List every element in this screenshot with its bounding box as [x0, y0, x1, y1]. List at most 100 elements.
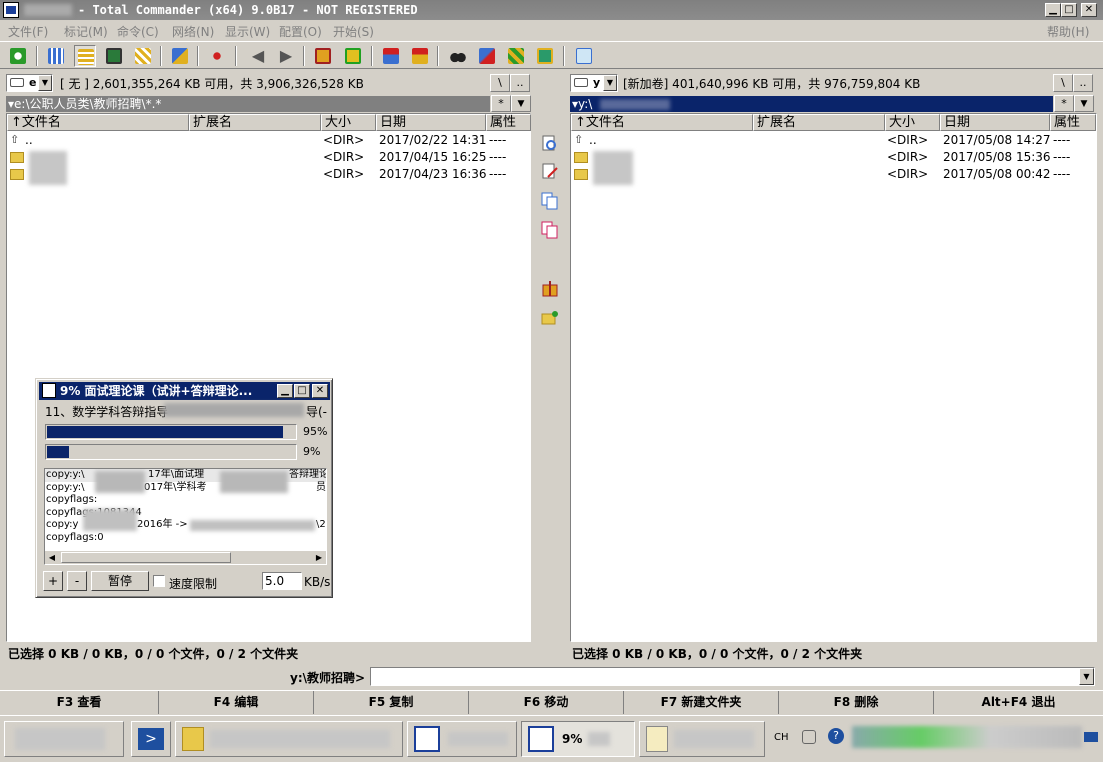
multi-rename-icon[interactable]: [505, 45, 527, 67]
copy-log[interactable]: copy:y:\ 17年\面试理 答辩理论 copy:y:\ 017年\学科考 …: [44, 468, 327, 565]
thumbnail-view-icon[interactable]: [103, 45, 125, 67]
copy-file-icon[interactable]: [541, 192, 559, 210]
right-path[interactable]: ▾y:\: [570, 96, 1053, 112]
right-history-button[interactable]: ▼: [1074, 95, 1094, 112]
chevron-down-icon[interactable]: ▼: [38, 75, 52, 91]
brief-view-icon[interactable]: [45, 45, 67, 67]
menu-net[interactable]: 网络(N): [172, 23, 214, 40]
unpack-icon[interactable]: [342, 45, 364, 67]
right-up-button[interactable]: ..: [1073, 74, 1093, 92]
url-connect-icon[interactable]: [409, 45, 431, 67]
menu-configuration[interactable]: 配置(O): [279, 23, 322, 40]
f6-move-button[interactable]: F6 移动: [469, 691, 624, 714]
scroll-left-icon[interactable]: ◀: [45, 551, 59, 564]
refresh-icon[interactable]: [7, 45, 29, 67]
left-header-attr[interactable]: 属性: [486, 114, 531, 131]
left-root-button[interactable]: \: [490, 74, 510, 92]
app-icon[interactable]: [3, 2, 19, 18]
keyboard-icon[interactable]: [802, 730, 816, 744]
edit-file-icon[interactable]: [541, 163, 559, 181]
sync-dirs-icon[interactable]: [476, 45, 498, 67]
help-icon[interactable]: ?: [828, 728, 844, 744]
menu-start[interactable]: 开始(S): [333, 23, 374, 40]
right-drive-select[interactable]: y ▼: [570, 74, 618, 92]
left-header-name[interactable]: ↑文件名: [7, 114, 189, 131]
menu-file[interactable]: 文件(F): [8, 23, 48, 40]
left-drive-select[interactable]: e ▼: [6, 74, 53, 92]
command-input[interactable]: ▼: [370, 667, 1095, 686]
notepad-icon[interactable]: [573, 45, 595, 67]
scroll-right-icon[interactable]: ▶: [312, 551, 326, 564]
compare-dirs-icon[interactable]: [169, 45, 191, 67]
multimedia-icon[interactable]: [534, 45, 556, 67]
pause-button[interactable]: 暂停: [91, 571, 149, 591]
taskbar-powershell[interactable]: >: [131, 721, 171, 757]
scroll-thumb[interactable]: [61, 552, 231, 563]
right-header-name[interactable]: ↑文件名: [571, 114, 753, 131]
speed-plus-button[interactable]: +: [43, 571, 63, 591]
left-header-date[interactable]: 日期: [376, 114, 486, 131]
taskbar-explorer[interactable]: [175, 721, 403, 757]
menu-mark[interactable]: 标记(M): [64, 23, 108, 40]
back-icon[interactable]: ◀: [247, 45, 269, 67]
table-row[interactable]: <DIR> 2017/05/08 15:36 ----: [571, 149, 1096, 185]
horizontal-scrollbar[interactable]: ◀ ▶: [45, 550, 326, 564]
table-row[interactable]: ⇧ .. <DIR> 2017/05/08 14:27 ----: [571, 132, 1096, 149]
speed-input[interactable]: 5.0: [262, 572, 302, 590]
taskbar-notepad[interactable]: [639, 721, 765, 757]
f3-view-button[interactable]: F3 查看: [0, 691, 159, 714]
new-folder-icon[interactable]: [541, 309, 559, 327]
left-up-button[interactable]: ..: [510, 74, 530, 92]
right-filter-button[interactable]: *: [1054, 95, 1074, 112]
right-header-size[interactable]: 大小: [885, 114, 940, 131]
minimize-button[interactable]: ▁: [1045, 3, 1061, 17]
move-file-icon[interactable]: [541, 221, 559, 239]
chevron-down-icon[interactable]: ▼: [1079, 668, 1094, 685]
menu-commands[interactable]: 命令(C): [117, 23, 159, 40]
taskbar-totalcmd[interactable]: [407, 721, 517, 757]
right-header-ext[interactable]: 扩展名: [753, 114, 885, 131]
speed-limit-checkbox[interactable]: [153, 575, 165, 587]
full-view-icon[interactable]: [74, 45, 96, 67]
alt-f4-exit-button[interactable]: Alt+F4 退出: [934, 691, 1103, 714]
taskbar-copy-progress[interactable]: 9%: [521, 721, 635, 757]
pack-files-icon[interactable]: [541, 280, 559, 298]
input-language[interactable]: CH: [774, 732, 789, 743]
table-row[interactable]: <DIR> 2017/04/15 16:25 ----: [7, 149, 530, 185]
maximize-button[interactable]: □: [1061, 3, 1077, 17]
menu-help[interactable]: 帮助(H): [1047, 23, 1089, 40]
f7-new-folder-button[interactable]: F7 新建文件夹: [624, 691, 779, 714]
function-key-bar: F3 查看 F4 编辑 F5 复制 F6 移动 F7 新建文件夹 F8 删除 A…: [0, 690, 1103, 714]
search-icon[interactable]: [447, 45, 469, 67]
pack-icon[interactable]: [312, 45, 334, 67]
ftp-connect-icon[interactable]: [380, 45, 402, 67]
table-row[interactable]: <DIR> 2017/05/08 00:42 ----: [571, 166, 1096, 183]
left-header-size[interactable]: 大小: [321, 114, 376, 131]
tree-view-icon[interactable]: [132, 45, 154, 67]
right-file-panel[interactable]: ↑文件名 扩展名 大小 日期 属性 ⇧ .. <DIR> 2017/05/08 …: [570, 113, 1097, 642]
chevron-down-icon[interactable]: ▼: [603, 75, 617, 91]
right-header-attr[interactable]: 属性: [1050, 114, 1096, 131]
left-path[interactable]: ▾e:\公职人员类\教师招聘\*.*: [6, 96, 490, 112]
menu-show[interactable]: 显示(W): [225, 23, 270, 40]
left-filter-button[interactable]: *: [491, 95, 511, 112]
speed-minus-button[interactable]: -: [67, 571, 87, 591]
taskbar-item[interactable]: [4, 721, 124, 757]
right-root-button[interactable]: \: [1053, 74, 1073, 92]
close-button[interactable]: ✕: [1081, 3, 1097, 17]
show-desktop-icon[interactable]: [1084, 732, 1098, 742]
f4-edit-button[interactable]: F4 编辑: [159, 691, 314, 714]
left-history-button[interactable]: ▼: [511, 95, 531, 112]
dialog-minimize-button[interactable]: ▁: [277, 384, 293, 398]
forward-icon[interactable]: ▶: [275, 45, 297, 67]
dialog-maximize-button[interactable]: □: [294, 384, 310, 398]
dialog-close-button[interactable]: ✕: [312, 384, 328, 398]
view-file-icon[interactable]: [541, 135, 559, 153]
table-row[interactable]: <DIR> 2017/04/23 16:36 ----: [7, 166, 530, 183]
left-header-ext[interactable]: 扩展名: [189, 114, 321, 131]
f5-copy-button[interactable]: F5 复制: [314, 691, 469, 714]
table-row[interactable]: ⇧ .. <DIR> 2017/02/22 14:31 ----: [7, 132, 530, 149]
f8-delete-button[interactable]: F8 删除: [779, 691, 934, 714]
right-header-date[interactable]: 日期: [940, 114, 1050, 131]
select-files-icon[interactable]: [206, 45, 228, 67]
